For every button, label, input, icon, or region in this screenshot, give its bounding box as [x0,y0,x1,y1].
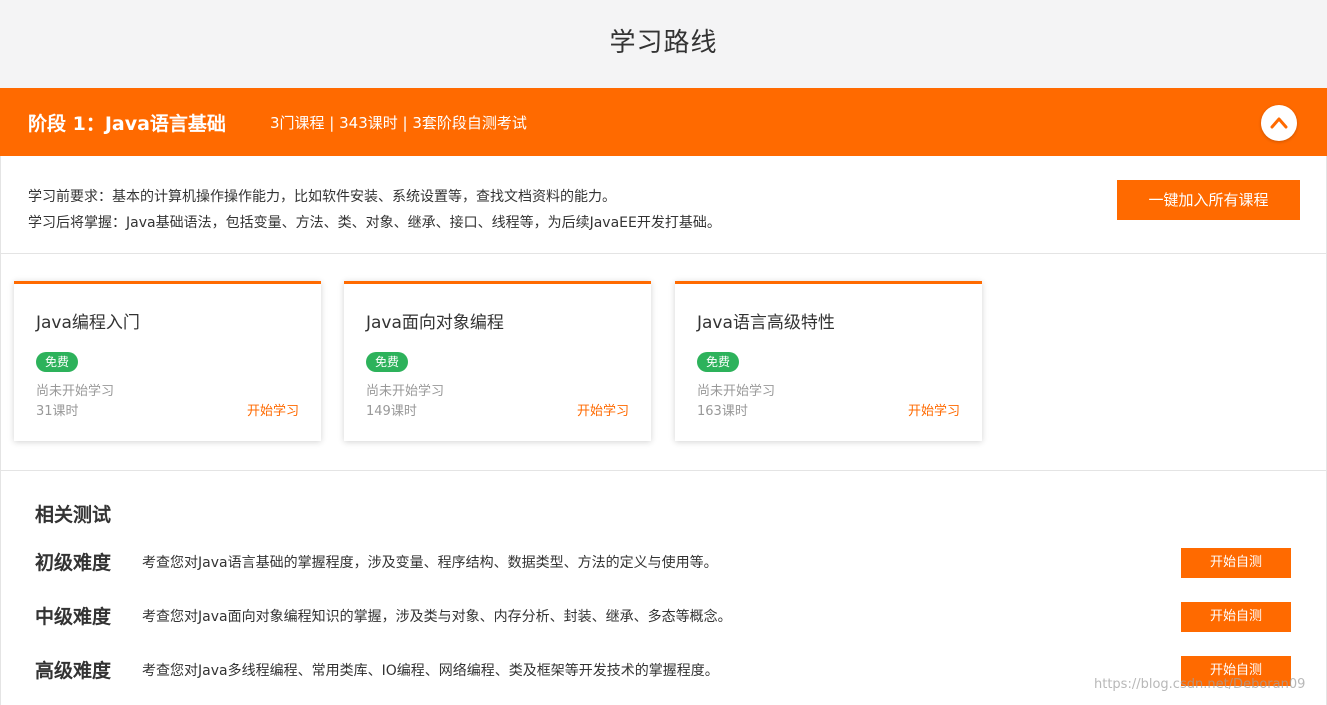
tests-heading: 相关测试 [35,504,112,526]
stage-title: 阶段 1：Java语言基础 [28,113,226,135]
course-card[interactable]: Java编程入门 免费 尚未开始学习 31课时 开始学习 [14,281,321,441]
course-card[interactable]: Java语言高级特性 免费 尚未开始学习 163课时 开始学习 [675,281,982,441]
test-level: 高级难度 [35,660,112,682]
requirements-text: 学习前要求：基本的计算机操作操作能力，比如软件安装、系统设置等，查找文档资料的能… [28,184,721,236]
divider [0,253,1327,254]
test-level: 中级难度 [35,606,112,628]
course-name: Java编程入门 [36,313,140,333]
start-learning-link[interactable]: 开始学习 [908,400,960,419]
start-self-test-button[interactable]: 开始自测 [1181,548,1291,578]
watermark: https://blog.csdn.net/Deboran09 [1094,677,1306,692]
course-name: Java语言高级特性 [697,313,835,333]
course-name: Java面向对象编程 [366,313,504,333]
collapse-button[interactable] [1261,105,1297,141]
join-all-courses-button[interactable]: 一键加入所有课程 [1117,180,1300,220]
course-status: 尚未开始学习 [697,384,776,399]
test-description: 考查您对Java多线程编程、常用类库、IO编程、网络编程、类及框架等开发技术的掌… [142,663,719,679]
course-card[interactable]: Java面向对象编程 免费 尚未开始学习 149课时 开始学习 [344,281,651,441]
free-badge: 免费 [697,352,740,372]
start-learning-link[interactable]: 开始学习 [577,400,629,419]
test-level: 初级难度 [35,552,112,574]
outcome-text: 学习后将掌握：Java基础语法，包括变量、方法、类、对象、继承、接口、线程等，为… [28,215,721,231]
test-row: 初级难度 考查您对Java语言基础的掌握程度，涉及变量、程序结构、数据类型、方法… [0,544,1327,584]
course-hours: 149课时 [366,404,417,419]
chevron-up-icon [1270,117,1288,129]
course-status: 尚未开始学习 [36,384,115,399]
course-hours: 163课时 [697,404,748,419]
test-description: 考查您对Java语言基础的掌握程度，涉及变量、程序结构、数据类型、方法的定义与使… [142,555,718,571]
start-learning-link[interactable]: 开始学习 [247,400,299,419]
free-badge: 免费 [36,352,79,372]
prerequisite-text: 学习前要求：基本的计算机操作操作能力，比如软件安装、系统设置等，查找文档资料的能… [28,189,616,205]
course-hours: 31课时 [36,404,79,419]
start-self-test-button[interactable]: 开始自测 [1181,602,1291,632]
divider [0,470,1327,471]
test-row: 中级难度 考查您对Java面向对象编程知识的掌握，涉及类与对象、内存分析、封装、… [0,598,1327,638]
stage-meta: 3门课程 | 343课时 | 3套阶段自测考试 [270,114,527,132]
page-title: 学习路线 [609,28,718,58]
course-status: 尚未开始学习 [366,384,445,399]
stage-header: 阶段 1：Java语言基础 3门课程 | 343课时 | 3套阶段自测考试 [0,88,1327,156]
free-badge: 免费 [366,352,409,372]
test-description: 考查您对Java面向对象编程知识的掌握，涉及类与对象、内存分析、封装、继承、多态… [142,609,732,625]
